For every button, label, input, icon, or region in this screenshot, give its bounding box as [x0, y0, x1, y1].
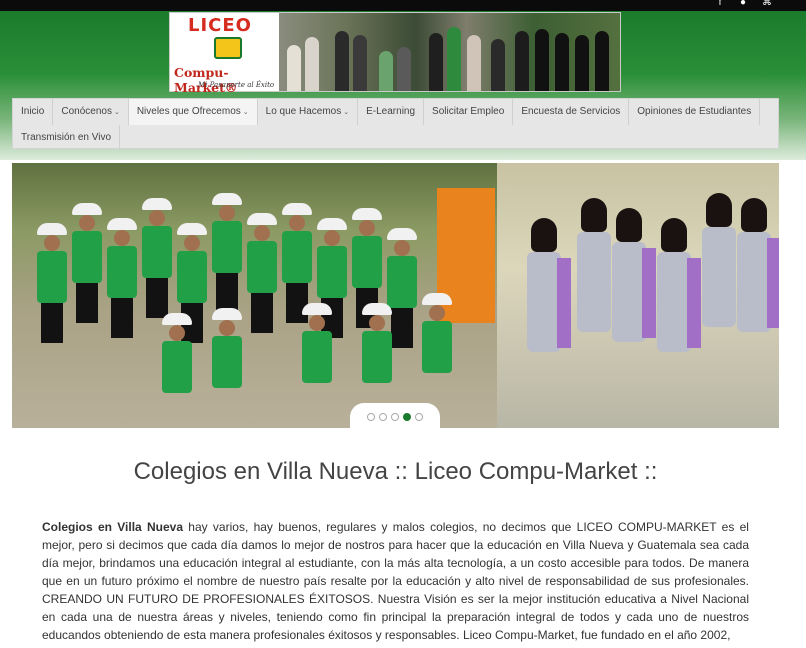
nav-item-conocenos[interactable]: Conócenos ⌄	[53, 99, 129, 125]
intro-body-text: hay varios, hay buenos, regulares y malo…	[42, 520, 749, 642]
nav-row-1: Inicio Conócenos ⌄ Niveles que Ofrecemos ⌄…	[13, 99, 778, 125]
nav-item-inicio[interactable]: Inicio	[13, 99, 54, 125]
logo-tagline: Mi Pasaporte al Éxito	[198, 81, 275, 89]
intro-lead-bold: Colegios en Villa Nueva	[42, 520, 184, 534]
nav-item-opiniones[interactable]: Opiniones de Estudiantes	[629, 99, 761, 125]
top-bar: f ● ⌘	[0, 0, 806, 11]
chevron-down-icon: ⌄	[113, 109, 120, 116]
slide-photo-band	[12, 163, 497, 428]
slider-dot[interactable]	[391, 413, 399, 421]
header-banner[interactable]: LICEO Compu-Market® Mi Pasaporte al Éxit…	[169, 12, 621, 95]
main-navigation: Inicio Conócenos ⌄ Niveles que Ofrecemos ⌄…	[12, 98, 779, 151]
nav-item-e-learning[interactable]: E-Learning	[358, 99, 425, 125]
intro-paragraph: Colegios en Villa Nueva hay varios, hay …	[42, 518, 749, 644]
rss-icon[interactable]: ⌘	[762, 0, 772, 9]
main-content: Colegios en Villa Nueva :: Liceo Compu-M…	[12, 428, 779, 648]
nav-item-transmision[interactable]: Transmisión en Vivo	[13, 125, 121, 151]
logo-badge-icon	[214, 37, 242, 59]
chevron-down-icon: ⌄	[242, 109, 249, 116]
nav-item-niveles[interactable]: Niveles que Ofrecemos ⌄	[128, 99, 258, 125]
slider-dot[interactable]	[367, 413, 375, 421]
logo-word-liceo: LICEO	[188, 15, 252, 36]
slider-dot[interactable]	[379, 413, 387, 421]
slider-pagination	[350, 403, 440, 431]
social-links: f ● ⌘	[716, 0, 772, 9]
nav-item-solicitar-empleo[interactable]: Solicitar Empleo	[424, 99, 514, 125]
chevron-down-icon: ⌄	[343, 109, 350, 116]
slide-photo-band-girls	[497, 163, 779, 428]
nav-item-encuesta[interactable]: Encuesta de Servicios	[513, 99, 630, 125]
page-title: Colegios en Villa Nueva :: Liceo Compu-M…	[133, 458, 658, 485]
user-icon[interactable]: ●	[739, 0, 747, 9]
logo-word-compumarket: Compu-Market®	[174, 65, 238, 95]
facebook-icon[interactable]: f	[716, 0, 724, 9]
slider-dot[interactable]	[415, 413, 423, 421]
nav-row-2: Transmisión en Vivo	[13, 125, 778, 151]
slider-dot-active[interactable]	[403, 413, 411, 421]
image-slider[interactable]	[12, 163, 779, 428]
header-photo-collage	[279, 13, 620, 91]
school-logo[interactable]: LICEO Compu-Market® Mi Pasaporte al Éxit…	[170, 13, 279, 95]
nav-item-lo-que-hacemos[interactable]: Lo que Hacemos ⌄	[258, 99, 359, 125]
